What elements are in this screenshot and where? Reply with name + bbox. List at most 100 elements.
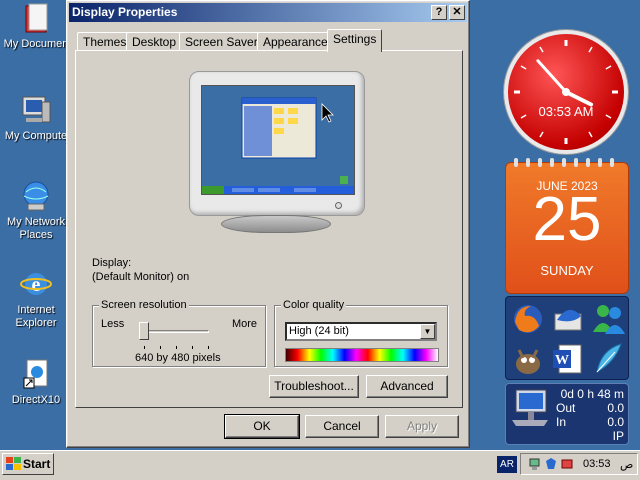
network-globe-icon [20,180,52,212]
tab-appearance[interactable]: Appearance [257,32,334,51]
tray-network-icon[interactable] [529,457,541,471]
shortcut-file-icon [20,358,52,390]
protocol-value: IP [612,429,624,443]
desktop-icon-label: DirectX10 [11,394,61,406]
windows-logo-icon [6,457,21,470]
calendar-weekday: SUNDAY [540,263,594,278]
folder-icon [20,2,52,34]
display-label: Display: [92,257,132,269]
out-value: 0.0 [607,401,624,415]
help-button[interactable]: ? [431,5,447,20]
desktop-icon-my-network-places[interactable]: My Network Places [0,180,72,242]
svg-text:e: e [32,274,41,296]
color-spectrum-bar [285,348,439,362]
clock-digital-time: 03:53 AM [538,104,594,119]
clock-tick [520,65,527,70]
clock-tick [539,131,544,138]
ok-button[interactable]: OK [224,414,300,439]
advanced-button[interactable]: Advanced [366,375,448,398]
protocol-row: IP [556,429,624,443]
firefox-icon[interactable] [509,300,547,338]
start-label: Start [23,457,51,471]
clock-hour-hand [564,90,594,107]
desktop-icon-label: My Compute [4,130,68,142]
slider-tick [160,346,161,349]
resolution-slider-track[interactable] [143,330,209,333]
troubleshoot-button[interactable]: Troubleshoot... [269,375,359,398]
tab-settings[interactable]: Settings [327,29,383,52]
dialog-titlebar[interactable]: Display Properties ? ✕ [69,3,467,22]
internet-explorer-icon: e [20,268,52,300]
app-launcher-gadget: W [505,296,629,380]
resolution-value: 640 by 480 pixels [135,352,221,364]
tray-antivirus-icon[interactable] [545,457,557,471]
close-button[interactable]: ✕ [449,5,465,20]
tab-screen-saver[interactable]: Screen Saver [179,32,264,51]
gimp-icon[interactable] [509,340,547,378]
language-indicator[interactable]: AR [497,456,517,473]
cancel-button[interactable]: Cancel [305,415,379,438]
clock-face [514,40,618,144]
calendar-gadget[interactable]: JUNE 2023 25 SUNDAY [505,158,629,294]
in-label: In [556,415,567,429]
thunderbird-icon[interactable] [549,300,587,338]
desktop-icon-my-computer[interactable]: My Compute [0,94,72,143]
word-icon[interactable]: W [549,340,587,378]
monitor-stand [221,215,331,233]
network-meter-gadget[interactable]: 0d 0 h 48 m Out 0.0 In 0.0 IP [505,383,629,445]
screen-resolution-label: Screen resolution [99,299,189,311]
preview-desktop-image [202,97,354,194]
monitor-preview [189,71,365,216]
color-quality-label: Color quality [281,299,347,311]
network-monitor-icon [512,389,548,426]
screen-resolution-group: Screen resolution Less More 640 by 480 p… [92,299,266,367]
desktop-icon-internet-explorer[interactable]: e Internet Explorer [0,268,72,330]
clock-minute-hand [536,59,568,94]
display-value: (Default Monitor) on [92,271,190,283]
tab-themes[interactable]: Themes [77,32,133,51]
apply-button: Apply [385,415,459,438]
tray-safely-remove-icon[interactable] [561,457,573,471]
desktop-icon-label: My Network Places [6,216,66,241]
clock-tick [588,46,593,53]
desktop-icon-directx10[interactable]: DirectX10 [0,358,72,407]
system-tray: 03:53 ص [520,453,638,475]
slider-tick [208,346,209,349]
display-properties-dialog: Display Properties ? ✕ Themes Desktop Sc… [66,0,470,448]
settings-panel: Display: (Default Monitor) on Screen res… [75,50,463,408]
slider-tick [144,346,145,349]
clock-tick [588,131,593,138]
monitor-power-button [335,202,342,209]
color-quality-select[interactable]: High (24 bit) ▼ [285,322,437,341]
uptime-row: 0d 0 h 48 m [556,387,624,401]
monitor-screen [201,85,355,195]
clock-tick [539,46,544,53]
desktop-icon-my-documents[interactable]: My Documen [0,2,72,51]
less-label: Less [101,318,125,330]
more-label: More [231,318,257,330]
color-quality-group: Color quality High (24 bit) ▼ [274,299,448,367]
tray-clock-ampm: ص [620,459,634,471]
clock-tick [605,65,612,70]
resolution-slider-thumb[interactable] [139,322,149,340]
out-row: Out 0.0 [556,401,624,415]
slider-tick [192,346,193,349]
tab-desktop[interactable]: Desktop [126,32,183,51]
dialog-title: Display Properties [72,5,178,19]
uptime-value: 0d 0 h 48 m [560,387,624,401]
calendar-day: 25 [532,185,602,254]
svg-text:W: W [555,353,569,368]
desktop-icon-label: Internet Explorer [15,304,57,329]
out-label: Out [556,401,576,415]
start-button[interactable]: Start [2,453,54,475]
in-row: In 0.0 [556,415,624,429]
messenger-icon[interactable] [589,300,627,338]
dropdown-arrow-icon[interactable]: ▼ [420,324,435,339]
taskbar: Start AR 03:53 ص [0,450,640,480]
desktop-icon-label: My Documen [3,38,69,50]
feather-pen-icon[interactable] [589,340,627,378]
color-quality-value: High (24 bit) [289,325,349,337]
tray-clock-time[interactable]: 03:53 [583,458,611,470]
computer-icon [20,94,52,126]
analog-clock-gadget[interactable]: 03:53 AM [504,30,628,154]
